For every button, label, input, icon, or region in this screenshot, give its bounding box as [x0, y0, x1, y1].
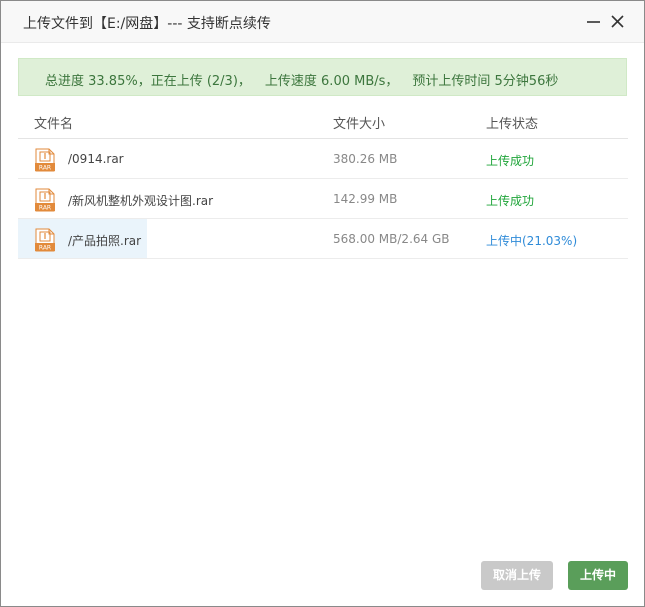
minimize-icon[interactable]: [583, 10, 605, 32]
header-filename: 文件名: [34, 117, 74, 132]
cancel-upload-button[interactable]: 取消上传: [481, 561, 553, 590]
progress-banner: 总进度 33.85%，正在上传 (2/3)， 上传速度 6.00 MB/s， 预计上…: [18, 58, 627, 96]
header-status: 上传状态: [486, 117, 539, 132]
table-row[interactable]: RAR /产品拍照.rar 568.00 MB/2.64 GB 上传中(21.0…: [18, 219, 628, 259]
header-filesize: 文件大小: [333, 117, 386, 132]
upload-table: 文件名 文件大小 上传状态 RAR /0914.rar 380.26 MB 上传…: [18, 101, 628, 259]
file-name: /产品拍照.rar: [68, 234, 142, 248]
rar-file-icon: RAR: [34, 148, 56, 172]
file-size: 380.26 MB: [333, 152, 398, 166]
file-size: 568.00 MB/2.64 GB: [333, 232, 450, 246]
upload-status: 上传成功: [486, 194, 535, 208]
file-name: /0914.rar: [68, 152, 124, 166]
upload-status: 上传中(21.03%): [486, 234, 578, 248]
table-row[interactable]: RAR /0914.rar 380.26 MB 上传成功: [18, 139, 628, 179]
progress-text: 总进度 33.85%，正在上传 (2/3)， 上传速度 6.00 MB/s， 预计上…: [45, 70, 558, 89]
svg-text:RAR: RAR: [39, 205, 51, 212]
rar-file-icon: RAR: [34, 188, 56, 212]
svg-text:RAR: RAR: [39, 245, 51, 252]
rar-file-icon: RAR: [34, 228, 56, 252]
upload-dialog: 上传文件到【E:/网盘】--- 支持断点续传 总进度 33.85%，正在上传 (…: [0, 0, 645, 607]
table-row[interactable]: RAR /新风机整机外观设计图.rar 142.99 MB 上传成功: [18, 179, 628, 219]
title-bar: 上传文件到【E:/网盘】--- 支持断点续传: [1, 1, 644, 43]
table-header: 文件名 文件大小 上传状态: [18, 101, 628, 139]
upload-button[interactable]: 上传中: [568, 561, 628, 590]
close-icon[interactable]: [607, 10, 629, 32]
upload-status: 上传成功: [486, 154, 535, 168]
svg-text:RAR: RAR: [39, 165, 51, 172]
file-name: /新风机整机外观设计图.rar: [68, 194, 214, 208]
upload-speed: 上传速度 6.00 MB/s，: [264, 74, 399, 89]
estimated-time: 预计上传时间 5分钟56秒: [412, 74, 559, 89]
dialog-title: 上传文件到【E:/网盘】--- 支持断点续传: [23, 16, 271, 32]
file-size: 142.99 MB: [333, 192, 398, 206]
overall-progress: 总进度 33.85%，正在上传 (2/3)，: [45, 74, 251, 89]
